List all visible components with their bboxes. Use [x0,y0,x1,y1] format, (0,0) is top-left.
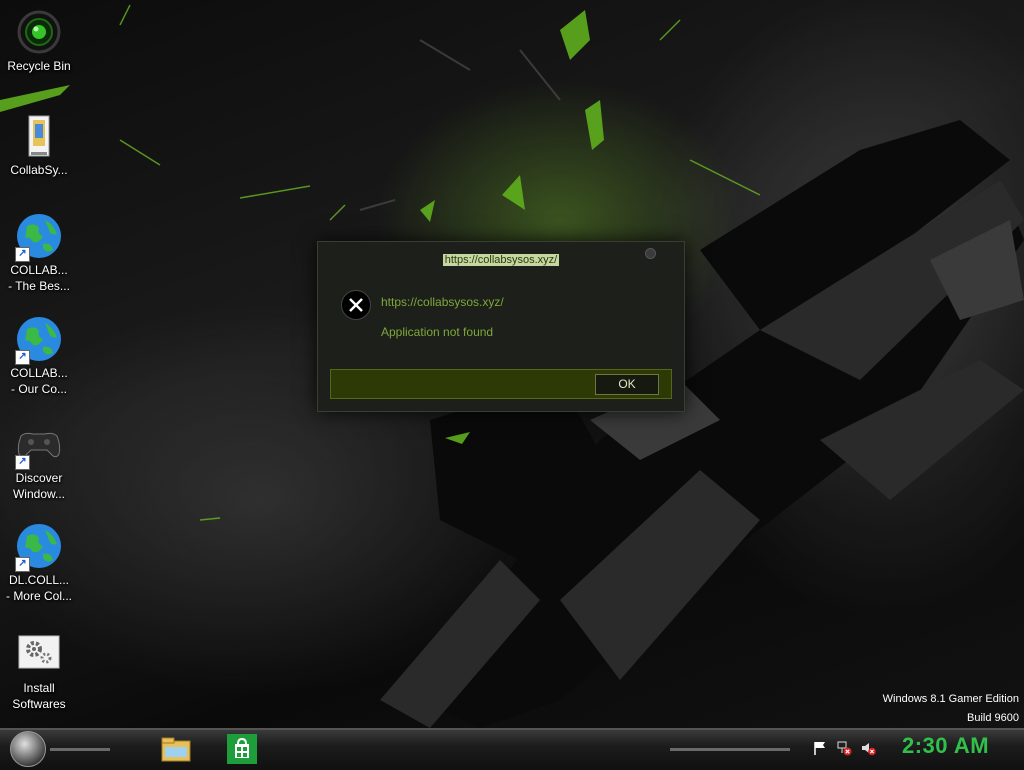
desktop-icon-install-softwares[interactable]: Install Softwares [0,630,78,712]
taskbar-decoration [50,748,110,751]
network-error-icon[interactable] [836,740,852,756]
shortcut-arrow-icon: ↗ [15,557,30,572]
dialog-button-bar: OK [330,369,672,399]
error-x-icon [341,290,371,320]
shortcut-arrow-icon: ↗ [15,247,30,262]
globe-icon: ↗ [15,315,63,365]
start-orb-icon[interactable] [10,731,46,767]
desktop-icon-collab-best[interactable]: ↗ COLLAB... - The Bes... [0,212,78,294]
flag-icon[interactable] [812,740,828,756]
taskbar-clock[interactable]: 2:30 AM [902,733,989,759]
gamepad-icon: ↗ [15,420,63,470]
error-dialog: https://collabsysos.xyz/ https://collabs… [317,241,685,412]
dialog-title-text: https://collabsysos.xyz/ [442,254,560,266]
globe-icon: ↗ [15,212,63,262]
desktop-icon-label: Recycle Bin [7,59,71,73]
desktop-icon-discover-windows[interactable]: ↗ Discover Window... [0,420,78,502]
desktop-icon-label-line2: Window... [12,487,66,501]
build-watermark: Build 9600 [967,712,1019,724]
desktop-icon-recycle-bin[interactable]: Recycle Bin [0,8,78,74]
desktop-icon-label-line1: COLLAB... [10,366,68,380]
store-icon[interactable] [226,733,258,765]
desktop-icon-label-line2: - More Col... [5,589,72,603]
desktop-icon-label-line1: Discover [15,471,63,485]
dialog-message-text: Application not found [381,325,494,339]
desktop-icon-label-line2: - Our Co... [10,382,67,396]
file-explorer-icon[interactable] [160,733,192,765]
taskbar-decoration [670,748,790,751]
desktop-icon-collab-our[interactable]: ↗ COLLAB... - Our Co... [0,315,78,397]
gears-icon [15,630,63,678]
desktop-icon-label-line1: DL.COLL... [8,573,70,587]
folder-icon [15,112,63,160]
shortcut-arrow-icon: ↗ [15,455,30,470]
edition-watermark: Windows 8.1 Gamer Edition [882,693,1019,705]
dialog-title: https://collabsysos.xyz/ [318,254,684,266]
recycle-bin-icon [15,8,63,56]
desktop-icon-dl-collab[interactable]: ↗ DL.COLL... - More Col... [0,522,78,604]
ok-button[interactable]: OK [595,374,659,395]
desktop-icon-label: CollabSy... [10,163,68,177]
desktop-icon-label-line2: - The Bes... [8,279,70,293]
shortcut-arrow-icon: ↗ [15,350,30,365]
dialog-url-text: https://collabsysos.xyz/ [381,295,504,309]
desktop-icon-collabsys-folder[interactable]: CollabSy... [0,112,78,178]
dialog-close-button[interactable] [645,248,656,259]
desktop-icon-label-line2: Softwares [12,697,66,711]
globe-icon: ↗ [15,522,63,572]
volume-muted-icon[interactable] [860,740,876,756]
desktop-icon-label-line1: Install [23,681,55,695]
desktop-icon-label-line1: COLLAB... [10,263,68,277]
